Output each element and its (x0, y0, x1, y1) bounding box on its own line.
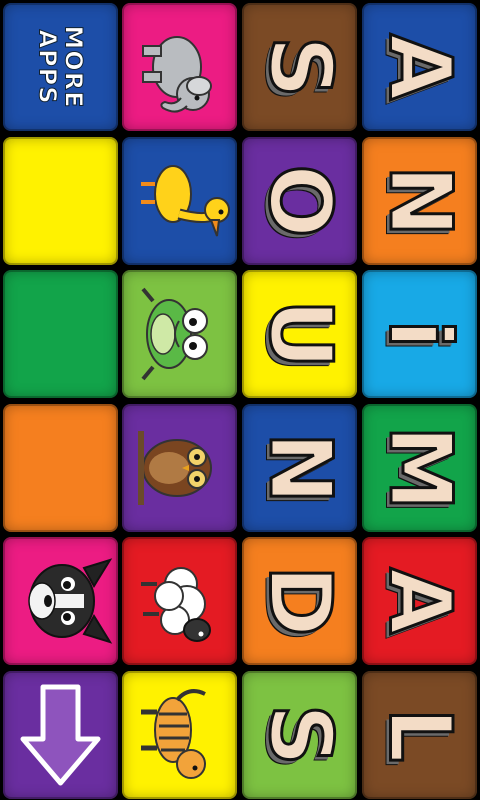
empty-tile (3, 404, 118, 532)
sheep-icon (122, 537, 237, 665)
letter-tile-l[interactable]: L (362, 671, 477, 799)
title-letter: S (248, 35, 351, 100)
animal-tile-sheep[interactable] (122, 537, 237, 665)
title-letter: A (368, 566, 471, 636)
scroll-down-button[interactable] (3, 671, 118, 799)
duck-icon (122, 137, 237, 265)
letter-tile-o[interactable]: O (242, 137, 357, 265)
title-letter: M (368, 424, 471, 513)
empty-tile (3, 270, 118, 398)
animal-tile-elephant[interactable] (122, 3, 237, 131)
title-letter: S (248, 703, 351, 768)
animal-tile-owl[interactable] (122, 404, 237, 532)
animal-tile-frog[interactable] (122, 270, 237, 398)
letter-tile-a[interactable]: A (362, 537, 477, 665)
tile-grid: MORE APPS SA ON Ui NM D A S L (0, 0, 480, 800)
title-letter: N (248, 431, 351, 506)
letter-tile-a[interactable]: A (362, 3, 477, 131)
more-apps-button[interactable]: MORE APPS (3, 3, 118, 131)
animal-tile-tiger[interactable] (122, 671, 237, 799)
letter-tile-m[interactable]: M (362, 404, 477, 532)
animal-tile-dog[interactable] (3, 537, 118, 665)
letter-tile-n[interactable]: N (362, 137, 477, 265)
title-letter: U (248, 298, 351, 371)
letter-tile-s[interactable]: S (242, 671, 357, 799)
down-arrow-icon (3, 671, 118, 799)
letter-tile-i[interactable]: i (362, 270, 477, 398)
title-letter: L (368, 706, 471, 764)
letter-tile-s[interactable]: S (242, 3, 357, 131)
title-letter: A (368, 32, 471, 102)
title-letter: O (248, 163, 351, 239)
more-apps-label: MORE APPS (33, 25, 88, 109)
tiger-icon (122, 671, 237, 799)
letter-tile-d[interactable]: D (242, 537, 357, 665)
title-letter: i (368, 318, 471, 350)
letter-tile-u[interactable]: U (242, 270, 357, 398)
animal-tile-duck[interactable] (122, 137, 237, 265)
elephant-icon (122, 3, 237, 131)
dog-icon (3, 537, 118, 665)
title-letter: D (248, 564, 351, 638)
letter-tile-n[interactable]: N (242, 404, 357, 532)
title-letter: N (368, 164, 471, 239)
frog-icon (122, 270, 237, 398)
owl-icon (122, 404, 237, 532)
empty-tile (3, 137, 118, 265)
